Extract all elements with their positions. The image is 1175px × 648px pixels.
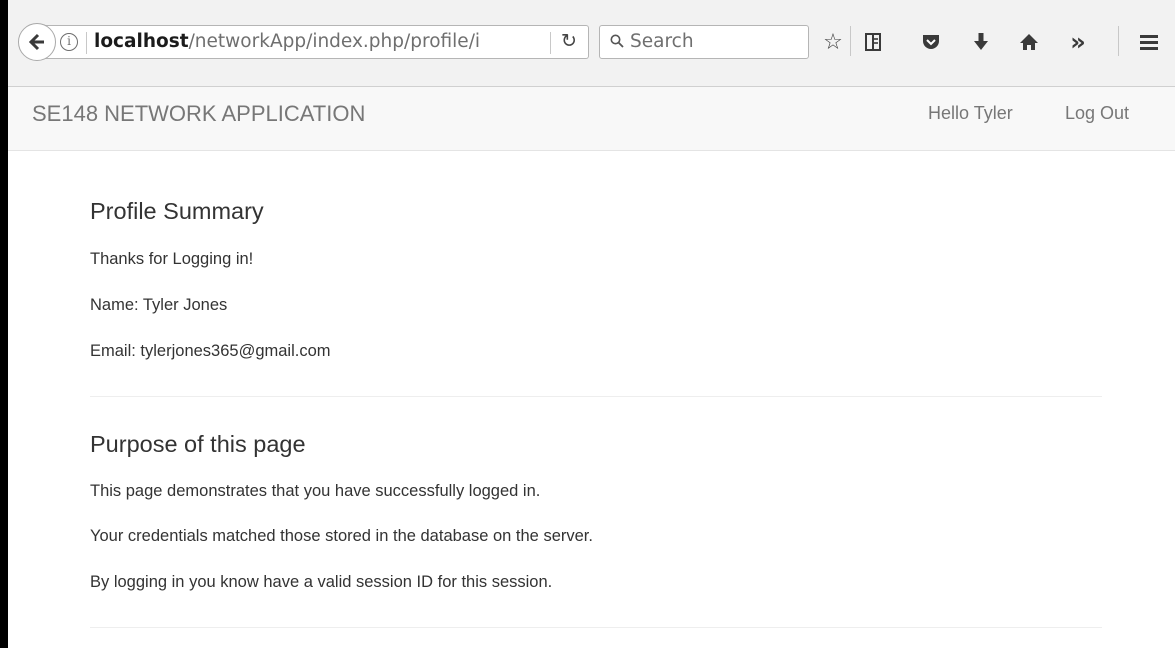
- back-arrow-icon: [28, 33, 44, 51]
- profile-summary-heading: Profile Summary: [90, 198, 264, 224]
- section-divider-bottom: [90, 627, 1102, 628]
- app-navbar: SE148 NETWORK APPLICATION Hello Tyler Lo…: [8, 87, 1175, 151]
- brand-link[interactable]: SE148 NETWORK APPLICATION: [32, 101, 365, 127]
- toolbar-divider: [850, 26, 851, 56]
- purpose-line-1: This page demonstrates that you have suc…: [90, 482, 541, 500]
- reload-icon[interactable]: ↻: [561, 30, 577, 52]
- logout-link[interactable]: Log Out: [1065, 103, 1129, 124]
- url-divider-right: [550, 32, 551, 54]
- thanks-text: Thanks for Logging in!: [90, 250, 254, 268]
- bookmark-star-icon[interactable]: ☆: [817, 26, 849, 58]
- toolbar-divider-2: [1118, 26, 1119, 56]
- profile-name: Name: Tyler Jones: [90, 296, 228, 314]
- search-input[interactable]: Search: [630, 31, 694, 52]
- browser-window: i localhost/networkApp/index.php/profile…: [8, 0, 1175, 648]
- url-divider: [86, 32, 87, 54]
- pocket-icon[interactable]: [915, 26, 947, 58]
- url-text[interactable]: localhost/networkApp/index.php/profile/i: [94, 31, 480, 52]
- profile-email: Email: tylerjones365@gmail.com: [90, 342, 331, 360]
- hamburger-menu-icon[interactable]: [1133, 26, 1165, 58]
- overflow-chevron-icon[interactable]: »: [1062, 26, 1094, 58]
- nav-greeting-link[interactable]: Hello Tyler: [928, 103, 1013, 124]
- search-icon: [610, 34, 624, 48]
- url-bar[interactable]: i localhost/networkApp/index.php/profile…: [44, 25, 589, 59]
- home-icon[interactable]: [1013, 26, 1045, 58]
- info-icon[interactable]: i: [60, 33, 78, 51]
- browser-toolbar: i localhost/networkApp/index.php/profile…: [8, 0, 1175, 86]
- window-left-edge: [0, 0, 8, 648]
- url-path: /networkApp/index.php/profile/i: [188, 31, 481, 52]
- purpose-line-3: By logging in you know have a valid sess…: [90, 573, 553, 591]
- download-icon[interactable]: [965, 26, 997, 58]
- purpose-line-2: Your credentials matched those stored in…: [90, 527, 593, 545]
- purpose-heading: Purpose of this page: [90, 431, 306, 457]
- section-divider: [90, 396, 1102, 397]
- reading-list-icon[interactable]: [857, 26, 889, 58]
- back-button[interactable]: [18, 23, 56, 61]
- search-bar[interactable]: Search: [599, 25, 809, 59]
- url-host: localhost: [94, 31, 189, 52]
